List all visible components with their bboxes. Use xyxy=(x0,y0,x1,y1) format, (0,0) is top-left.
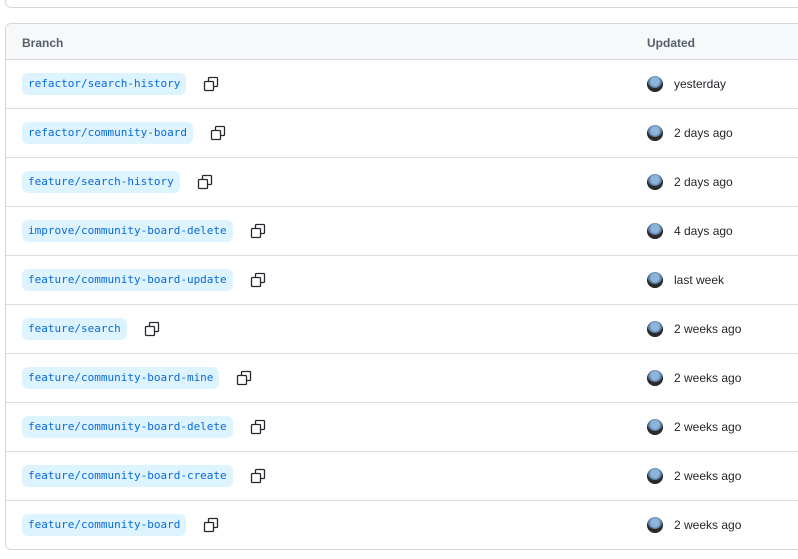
table-row: feature/search-history 2 days ago xyxy=(6,158,798,207)
branch-column-header: Branch xyxy=(22,36,64,50)
copy-icon[interactable] xyxy=(202,516,220,534)
copy-icon[interactable] xyxy=(249,271,267,289)
user-avatar[interactable] xyxy=(647,419,663,435)
table-row: feature/community-board-update last week xyxy=(6,256,798,305)
user-avatar[interactable] xyxy=(647,76,663,92)
table-row: feature/community-board-create 2 weeks ag… xyxy=(6,452,798,501)
table-row: feature/community-board-delete 2 weeks ag… xyxy=(6,403,798,452)
user-avatar[interactable] xyxy=(647,125,663,141)
user-avatar[interactable] xyxy=(647,468,663,484)
table-row: refactor/community-board 2 days ago xyxy=(6,109,798,158)
updated-time: 4 days ago xyxy=(674,224,733,238)
updated-time: yesterday xyxy=(674,77,727,91)
copy-icon[interactable] xyxy=(196,173,214,191)
updated-time: 2 days ago xyxy=(674,126,733,140)
updated-time: 2 weeks ago xyxy=(674,469,742,483)
updated-time: 2 days ago xyxy=(674,175,733,189)
branch-name-link[interactable]: feature/community-board-mine xyxy=(22,367,220,389)
table-header: Branch Updated xyxy=(6,24,798,60)
copy-icon[interactable] xyxy=(249,222,267,240)
user-avatar[interactable] xyxy=(647,272,663,288)
branches-table: Branch Updated refactor/search-history ye… xyxy=(5,23,798,550)
branch-name-link[interactable]: feature/search-history xyxy=(22,171,180,193)
table-row: refactor/search-history yesterday xyxy=(6,60,798,109)
user-avatar[interactable] xyxy=(647,517,663,533)
table-row: improve/community-board-delete 4 days ago xyxy=(6,207,798,256)
copy-icon[interactable] xyxy=(249,418,267,436)
user-avatar[interactable] xyxy=(647,174,663,190)
copy-icon[interactable] xyxy=(202,75,220,93)
updated-column-header: Updated xyxy=(647,36,695,50)
previous-section-box xyxy=(5,0,798,8)
updated-time: 2 weeks ago xyxy=(674,322,742,336)
table-row: feature/search 2 weeks ago xyxy=(6,305,798,354)
updated-time: last week xyxy=(674,273,725,287)
branch-name-link[interactable]: refactor/search-history xyxy=(22,73,187,95)
branch-name-link[interactable]: refactor/community-board xyxy=(22,122,193,144)
table-row: feature/community-board 2 weeks ago xyxy=(6,501,798,549)
branch-name-link[interactable]: feature/community-board-create xyxy=(22,465,233,487)
user-avatar[interactable] xyxy=(647,370,663,386)
branch-name-link[interactable]: feature/community-board-delete xyxy=(22,416,233,438)
branch-name-link[interactable]: improve/community-board-delete xyxy=(22,220,233,242)
updated-time: 2 weeks ago xyxy=(674,420,742,434)
branch-name-link[interactable]: feature/community-board-update xyxy=(22,269,233,291)
updated-time: 2 weeks ago xyxy=(674,371,742,385)
branch-name-link[interactable]: feature/community-board xyxy=(22,514,187,536)
copy-icon[interactable] xyxy=(235,369,253,387)
table-body: refactor/search-history yesterday refactor… xyxy=(6,60,798,549)
copy-icon[interactable] xyxy=(249,467,267,485)
table-row: feature/community-board-mine 2 weeks ago xyxy=(6,354,798,403)
branch-name-link[interactable]: feature/search xyxy=(22,318,127,340)
copy-icon[interactable] xyxy=(143,320,161,338)
user-avatar[interactable] xyxy=(647,223,663,239)
user-avatar[interactable] xyxy=(647,321,663,337)
copy-icon[interactable] xyxy=(209,124,227,142)
updated-time: 2 weeks ago xyxy=(674,518,742,532)
